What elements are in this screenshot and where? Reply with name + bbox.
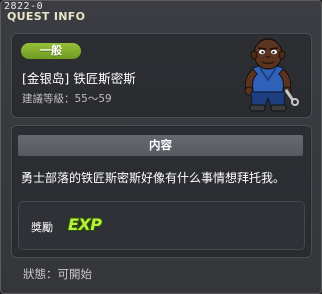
reward-label: 獎勵 — [31, 221, 53, 234]
quest-description: 勇士部落的铁匠斯密斯好像有什么事情想拜托我。 — [21, 171, 286, 185]
exp-reward-icon[interactable]: EXP — [68, 215, 102, 234]
quest-detail-panel: 内容 勇士部落的铁匠斯密斯好像有什么事情想拜托我。 獎勵 EXP — [11, 125, 312, 258]
quest-summary-panel: 一般 [金银岛] 铁匠斯密斯 建議等級：55～59 — [11, 33, 312, 118]
window-title: QUEST INFO — [7, 10, 86, 23]
reward-box: 獎勵 EXP — [18, 201, 305, 250]
recommended-level: 建議等級：55～59 — [22, 93, 112, 105]
npc-blacksmith-portrait — [244, 38, 299, 112]
quest-category-badge: 一般 — [21, 43, 81, 59]
quest-status: 狀態：可開始 — [23, 267, 92, 281]
quest-info-window: 2822-0 QUEST INFO 一般 [金银岛] 铁匠斯密斯 建議等級：55… — [0, 0, 322, 294]
quest-name: [金银岛] 铁匠斯密斯 — [22, 71, 136, 86]
section-header-content: 内容 — [18, 135, 303, 156]
